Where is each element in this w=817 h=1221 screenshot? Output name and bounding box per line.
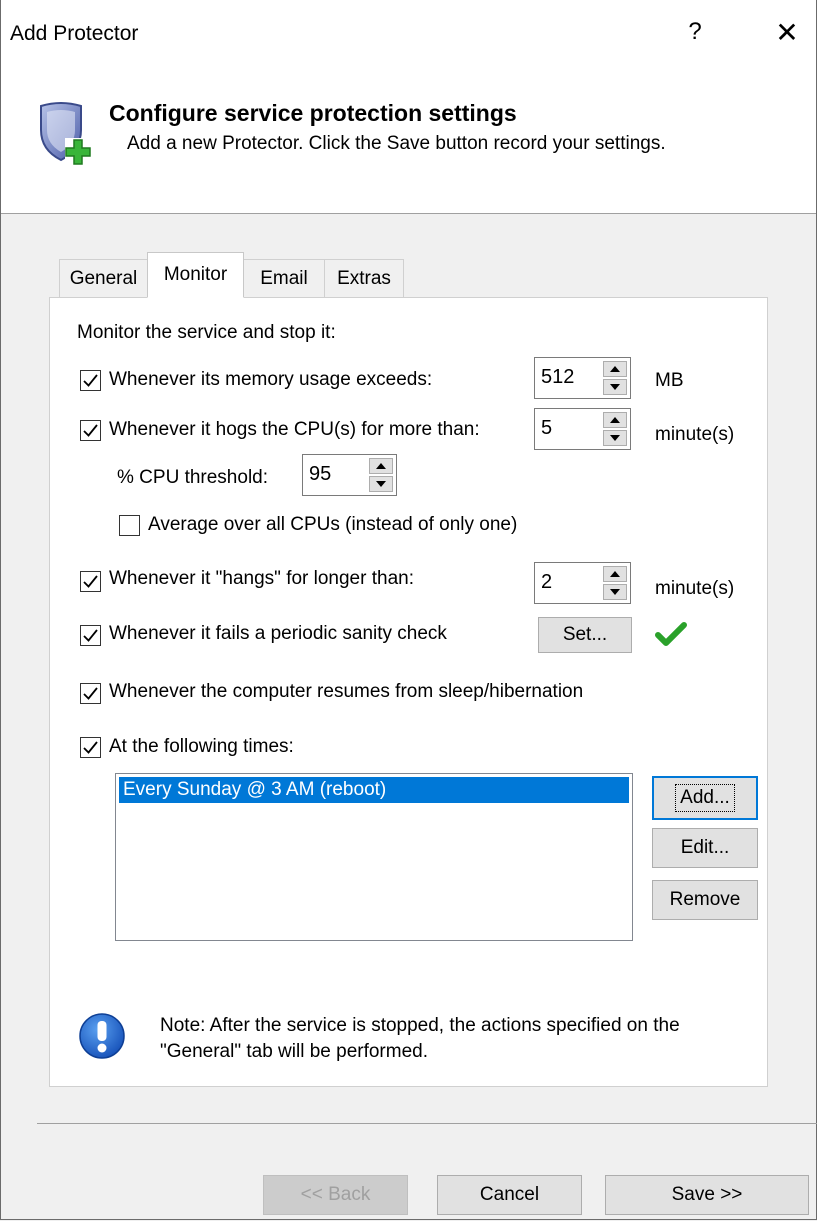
close-button[interactable]: ✕ — [771, 16, 803, 49]
resume-label: Whenever the computer resumes from sleep… — [109, 681, 584, 702]
memory-label: Whenever its memory usage exceeds: — [109, 369, 433, 390]
note-line-2: "General" tab will be performed. — [160, 1041, 429, 1062]
schedule-listbox[interactable]: Every Sunday @ 3 AM (reboot) — [115, 773, 633, 941]
spin-down-icon[interactable] — [603, 584, 627, 600]
edit-schedule-button[interactable]: Edit... — [652, 828, 758, 868]
times-checkbox[interactable] — [80, 737, 101, 758]
tab-label: Email — [260, 267, 308, 289]
cancel-button[interactable]: Cancel — [437, 1175, 582, 1215]
times-label: At the following times: — [109, 736, 294, 757]
hangs-value: 2 — [541, 571, 553, 593]
cpu-checkbox[interactable] — [80, 420, 101, 441]
memory-checkbox[interactable] — [80, 370, 101, 391]
tab-monitor[interactable]: Monitor — [147, 252, 244, 298]
hangs-stepper[interactable]: 2 — [534, 562, 631, 604]
remove-schedule-button[interactable]: Remove — [652, 880, 758, 920]
checkmark-icon — [83, 374, 98, 387]
checkmark-icon — [83, 575, 98, 588]
cpu-threshold-stepper[interactable]: 95 — [302, 454, 397, 496]
sanity-checkbox[interactable] — [80, 625, 101, 646]
back-label: << Back — [300, 1184, 371, 1205]
edit-schedule-label: Edit... — [680, 837, 730, 858]
save-button[interactable]: Save >> — [605, 1175, 809, 1215]
back-button[interactable]: << Back — [263, 1175, 408, 1215]
spin-down-icon[interactable] — [369, 476, 393, 492]
spin-up-icon[interactable] — [603, 412, 627, 428]
checkmark-icon — [83, 687, 98, 700]
footer-divider — [37, 1123, 817, 1124]
add-schedule-label: Add... — [675, 784, 735, 812]
monitor-intro: Monitor the service and stop it: — [77, 322, 336, 343]
help-button[interactable]: ? — [681, 18, 709, 46]
header-subtitle: Add a new Protector. Click the Save butt… — [127, 133, 666, 154]
header-title: Configure service protection settings — [109, 100, 517, 126]
spin-down-icon[interactable] — [603, 379, 627, 395]
spin-up-icon[interactable] — [369, 458, 393, 474]
cancel-label: Cancel — [479, 1184, 540, 1205]
window-title: Add Protector — [10, 22, 139, 45]
add-protector-dialog: Add Protector ? ✕ Configure service prot… — [0, 0, 817, 1220]
average-cpus-label: Average over all CPUs (instead of only o… — [148, 514, 518, 535]
tab-label: Monitor — [163, 264, 228, 285]
spin-down-icon[interactable] — [603, 430, 627, 446]
sanity-label: Whenever it fails a periodic sanity chec… — [109, 623, 447, 644]
checkmark-icon — [83, 424, 98, 437]
spin-up-icon[interactable] — [603, 566, 627, 582]
tab-general[interactable]: General — [59, 259, 148, 297]
checkmark-icon — [83, 741, 98, 754]
remove-schedule-label: Remove — [669, 889, 741, 910]
list-item[interactable]: Every Sunday @ 3 AM (reboot) — [119, 777, 629, 803]
tab-label: Extras — [337, 267, 391, 289]
tab-email[interactable]: Email — [243, 259, 325, 297]
sanity-set-button[interactable]: Set... — [538, 617, 632, 653]
sanity-set-label: Set... — [562, 624, 608, 645]
green-check-icon — [655, 622, 687, 646]
resume-checkbox[interactable] — [80, 683, 101, 704]
cpu-unit: minute(s) — [655, 424, 735, 445]
memory-stepper[interactable]: 512 — [534, 357, 631, 399]
tab-extras[interactable]: Extras — [324, 259, 404, 297]
save-label: Save >> — [671, 1184, 743, 1205]
tab-label: General — [69, 267, 138, 289]
info-exclamation-icon — [79, 1013, 125, 1059]
cpu-threshold-value: 95 — [309, 463, 332, 485]
note-line-1: Note: After the service is stopped, the … — [160, 1015, 680, 1036]
memory-unit: MB — [655, 370, 684, 391]
cpu-label: Whenever it hogs the CPU(s) for more tha… — [109, 419, 480, 440]
add-schedule-button[interactable]: Add... — [652, 776, 758, 820]
spin-up-icon[interactable] — [603, 361, 627, 377]
dialog-header: Add Protector ? ✕ Configure service prot… — [1, 0, 816, 214]
cpu-minutes-stepper[interactable]: 5 — [534, 408, 631, 450]
memory-value: 512 — [541, 366, 575, 388]
hangs-checkbox[interactable] — [80, 571, 101, 592]
average-cpus-checkbox[interactable] — [119, 515, 140, 536]
cpu-minutes-value: 5 — [541, 417, 553, 439]
hangs-label: Whenever it "hangs" for longer than: — [109, 568, 414, 589]
hangs-unit: minute(s) — [655, 578, 735, 599]
cpu-threshold-label: % CPU threshold: — [117, 467, 269, 488]
checkmark-icon — [83, 629, 98, 642]
shield-add-icon — [40, 102, 91, 165]
